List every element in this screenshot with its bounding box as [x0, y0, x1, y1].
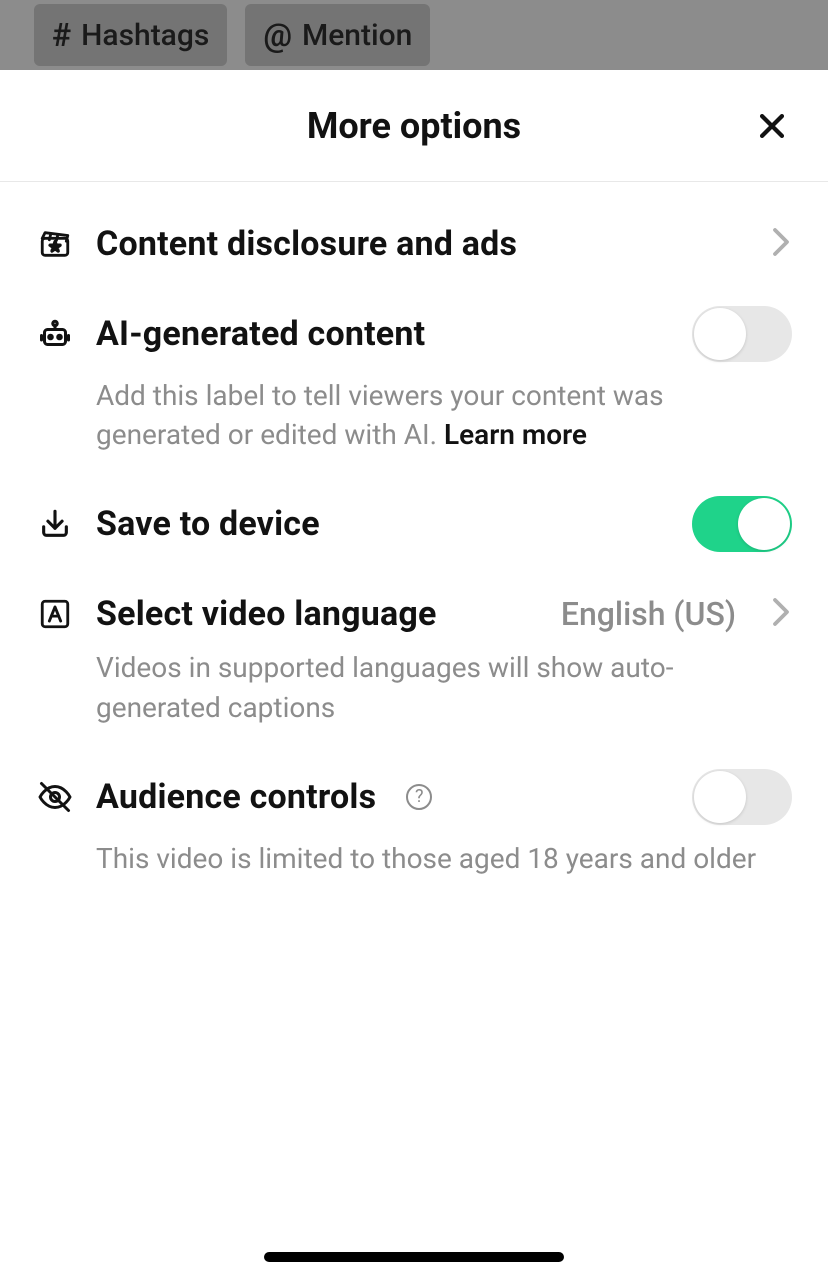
row-title: AI-generated content	[96, 314, 425, 354]
save-to-device-toggle[interactable]	[692, 496, 792, 552]
row-title: Save to device	[96, 504, 320, 544]
help-icon[interactable]: ?	[406, 784, 432, 810]
row-title: Content disclosure and ads	[96, 224, 517, 264]
row-description: This video is limited to those aged 18 y…	[96, 839, 792, 878]
mention-chip[interactable]: @ Mention	[245, 4, 430, 66]
hashtags-chip-label: Hashtags	[81, 18, 209, 53]
download-icon	[36, 507, 74, 541]
learn-more-link[interactable]: Learn more	[444, 418, 587, 451]
close-icon	[755, 109, 789, 143]
chevron-right-icon	[770, 227, 792, 261]
row-video-language[interactable]: Select video language English (US) Video…	[36, 552, 792, 726]
row-save-to-device: Save to device	[36, 454, 792, 552]
hashtags-chip[interactable]: # Hashtags	[34, 4, 227, 66]
toggle-knob	[694, 771, 746, 823]
clapperboard-icon: ★	[36, 227, 74, 261]
row-title: Select video language	[96, 594, 437, 634]
hash-icon: #	[52, 16, 71, 54]
background-compose-bar: # Hashtags @ Mention	[0, 0, 828, 70]
row-content-disclosure[interactable]: ★ Content disclosure and ads	[36, 182, 792, 264]
robot-icon	[36, 316, 74, 352]
mention-chip-label: Mention	[302, 18, 412, 53]
toggle-knob	[694, 308, 746, 360]
row-audience-controls: Audience controls ? This video is limite…	[36, 727, 792, 878]
row-ai-generated: AI-generated content Add this label to t…	[36, 264, 792, 454]
language-value: English (US)	[561, 595, 736, 633]
sheet-header: More options	[0, 70, 828, 182]
row-title: Audience controls	[96, 777, 376, 817]
more-options-sheet: More options ★ Co	[0, 70, 828, 1276]
ai-content-toggle[interactable]	[692, 306, 792, 362]
eye-off-icon	[36, 779, 74, 815]
row-description: Add this label to tell viewers your cont…	[96, 376, 792, 454]
home-indicator	[264, 1252, 564, 1262]
at-icon: @	[263, 16, 292, 54]
row-description: Videos in supported languages will show …	[96, 648, 792, 726]
close-button[interactable]	[750, 104, 794, 148]
svg-text:★: ★	[49, 240, 61, 255]
toggle-knob	[738, 498, 790, 550]
audience-controls-toggle[interactable]	[692, 769, 792, 825]
chevron-right-icon	[770, 597, 792, 631]
language-a-icon	[36, 597, 74, 631]
sheet-title: More options	[307, 105, 521, 147]
